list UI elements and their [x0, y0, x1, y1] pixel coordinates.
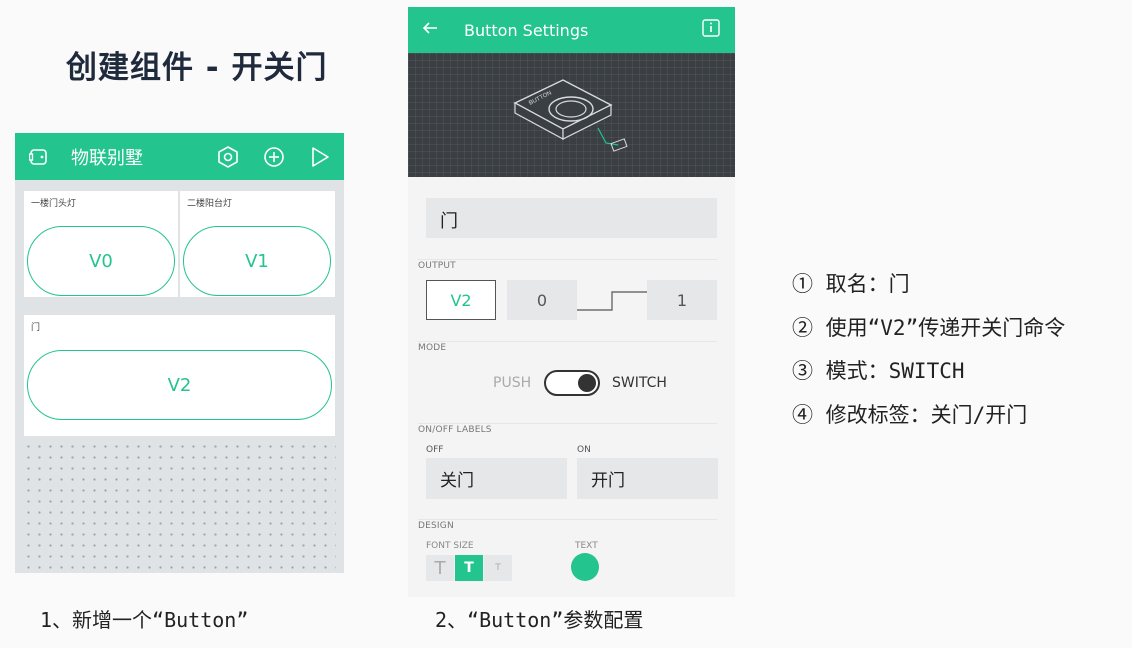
- off-label-input[interactable]: 关门: [426, 458, 567, 499]
- design-section-label: DESIGN: [418, 521, 454, 531]
- off-label: OFF: [426, 445, 444, 455]
- font-size-small[interactable]: T: [484, 555, 512, 581]
- widget-label: 一楼门头灯: [31, 199, 77, 209]
- project-dashboard-screen: 物联别墅 一楼门头灯 V0 二楼阳台灯 V1 门 V2: [15, 133, 344, 573]
- note-item: ④ 修改标签：关门/开门: [792, 402, 1028, 427]
- widget-v0[interactable]: 一楼门头灯 V0: [24, 191, 178, 297]
- widget-v2[interactable]: 门 V2: [24, 315, 335, 436]
- text-color-label: TEXT: [575, 541, 598, 551]
- play-icon[interactable]: [308, 145, 332, 169]
- note-item: ② 使用“V2”传递开关门命令: [792, 315, 1066, 340]
- mode-push-label: PUSH: [493, 375, 532, 391]
- widget-name-input[interactable]: 门: [426, 198, 717, 238]
- settings-title: Button Settings: [464, 20, 589, 40]
- text-color-swatch[interactable]: [571, 553, 599, 581]
- on-label: ON: [577, 445, 591, 455]
- output-pin-select[interactable]: V2: [426, 280, 496, 320]
- font-size-large[interactable]: T: [426, 555, 454, 581]
- on-label-input[interactable]: 开门: [577, 458, 718, 499]
- output-range-line: [577, 291, 647, 311]
- mode-toggle-row: PUSH SWITCH: [408, 369, 735, 399]
- device-icon[interactable]: [27, 145, 51, 169]
- caption-step-1: 1、新增一个“Button”: [40, 608, 249, 632]
- mode-switch-toggle[interactable]: [544, 370, 600, 396]
- note-item: ① 取名：门: [792, 272, 910, 296]
- slide-title: 创建组件 - 开关门: [66, 50, 328, 86]
- note-item: ③ 模式：SWITCH: [792, 359, 965, 383]
- widget-label: 门: [31, 323, 41, 333]
- font-size-medium[interactable]: T: [455, 555, 483, 581]
- button-device-illustration: BUTTON: [513, 79, 628, 152]
- widget-label: 二楼阳台灯: [187, 199, 233, 209]
- output-low-value[interactable]: 0: [507, 280, 577, 320]
- caption-step-2: 2、“Button”参数配置: [435, 608, 644, 632]
- toggle-knob: [578, 374, 596, 392]
- widget-preview-illustration: BUTTON: [408, 53, 735, 177]
- button-v1[interactable]: V1: [183, 226, 331, 296]
- output-section-label: OUTPUT: [418, 261, 456, 271]
- back-arrow-icon[interactable]: [422, 20, 438, 40]
- empty-canvas-grid[interactable]: [23, 441, 336, 573]
- button-settings-screen: Button Settings BUTTON 门 OUTPUT V2 0 1 M…: [408, 7, 735, 597]
- output-high-value[interactable]: 1: [647, 280, 717, 320]
- app-title: 物联别墅: [71, 147, 143, 169]
- settings-header: Button Settings: [408, 7, 735, 53]
- onoff-section-label: ON/OFF LABELS: [418, 425, 492, 435]
- app-header: 物联别墅: [15, 133, 344, 180]
- add-widget-icon[interactable]: [262, 145, 286, 169]
- mode-section-label: MODE: [418, 343, 447, 353]
- info-icon[interactable]: [701, 18, 721, 42]
- button-v2[interactable]: V2: [27, 350, 332, 420]
- button-v0[interactable]: V0: [27, 226, 175, 296]
- font-size-label: FONT SIZE: [426, 541, 474, 551]
- widget-v1[interactable]: 二楼阳台灯 V1: [180, 191, 335, 297]
- settings-hexagon-icon[interactable]: [216, 145, 240, 169]
- mode-switch-label: SWITCH: [612, 375, 667, 391]
- notes-list: ① 取名：门 ② 使用“V2”传递开关门命令 ③ 模式：SWITCH ④ 修改标…: [792, 268, 1065, 442]
